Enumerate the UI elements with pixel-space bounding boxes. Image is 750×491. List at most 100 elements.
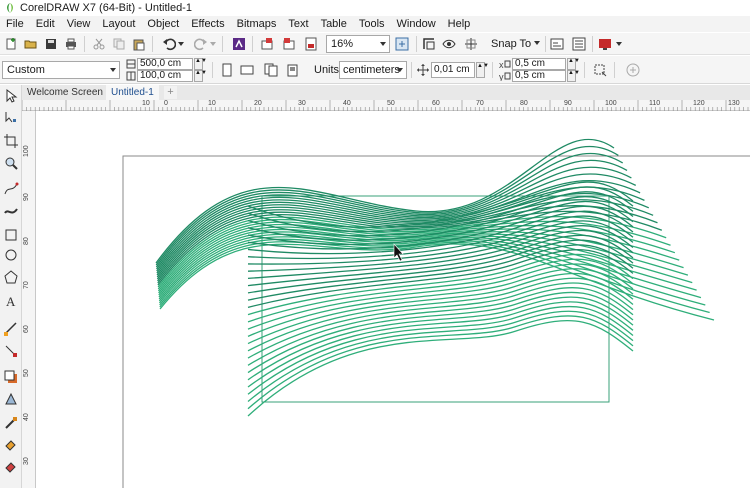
page-width-field[interactable]: 500,0 cm [137,58,193,70]
page-preset-select[interactable]: Custom [2,61,120,79]
application-launcher-icon[interactable] [570,35,588,53]
open-folder-icon[interactable] [22,35,40,53]
cut-icon[interactable] [90,35,108,53]
new-document-icon[interactable] [2,35,20,53]
menu-layout[interactable]: Layout [96,16,141,32]
duplicate-x-stepper[interactable]: ▲▼ [567,58,580,70]
snap-to-dropdown[interactable]: Snap To [487,35,543,53]
horizontal-ruler[interactable]: 10 0 10 20 30 40 50 60 70 80 90 100 110 … [22,100,750,111]
tab-welcome-screen[interactable]: Welcome Screen [22,85,108,100]
options-icon[interactable] [548,35,566,53]
ruler-label: 50 [387,100,395,107]
vertical-ruler[interactable]: 100 90 80 70 60 50 40 30 [22,111,36,488]
menu-object[interactable]: Object [141,16,185,32]
import-icon[interactable] [258,35,276,53]
chevron-down-icon[interactable] [614,35,624,53]
paste-icon[interactable] [130,35,148,53]
eyedropper-tool-icon[interactable] [3,415,19,431]
menu-bar: File Edit View Layout Object Effects Bit… [0,16,750,32]
nudge-distance-stepper[interactable]: ▲▼ [476,62,489,78]
drop-shadow-tool-icon[interactable] [3,369,19,385]
welcome-screen-icon[interactable] [596,35,614,53]
zoom-tool-icon[interactable] [3,155,19,171]
shape-tool-icon[interactable] [3,109,19,125]
horizontal-ruler-ticks [22,100,749,111]
ruler-label: 90 [564,100,572,107]
chevron-down-icon[interactable] [208,35,218,53]
polygon-tool-icon[interactable] [3,269,19,285]
nudge-distance-value: 0,01 cm [434,64,470,75]
zoom-level-select[interactable]: 16% [326,35,390,53]
menu-help[interactable]: Help [442,16,477,32]
duplicate-x-value: 0,5 cm [515,58,546,69]
ruler-label: 40 [343,100,351,107]
document-tab-bar: Welcome Screen Untitled-1 + [22,85,750,100]
duplicate-y-icon: y [499,72,511,81]
duplicate-y-field[interactable]: 0,5 cm [512,70,566,82]
svg-text:A: A [6,294,16,309]
menu-bitmaps[interactable]: Bitmaps [231,16,283,32]
show-grid-icon[interactable] [462,35,480,53]
ruler-label: 80 [23,237,30,245]
smart-fill-tool-icon[interactable] [3,459,19,475]
drawing-canvas[interactable] [36,111,750,491]
pick-tool-icon[interactable] [3,88,19,104]
chevron-down-icon[interactable] [176,35,186,53]
menu-text[interactable]: Text [282,16,314,32]
menu-edit[interactable]: Edit [30,16,61,32]
crop-tool-icon[interactable] [3,133,19,149]
ruler-label: 110 [649,100,661,107]
save-icon[interactable] [42,35,60,53]
page-height-stepper[interactable]: ▲▼ [194,70,207,82]
menu-effects[interactable]: Effects [185,16,230,32]
chevron-down-icon [110,68,116,72]
menu-view[interactable]: View [61,16,97,32]
treat-as-filled-icon[interactable] [591,61,609,79]
page-height-icon [126,71,136,81]
current-page-icon[interactable] [284,61,302,79]
toolbar-separator [545,36,546,52]
page-width-value: 500,0 cm [140,58,182,69]
menu-tools[interactable]: Tools [353,16,391,32]
add-icon[interactable] [624,61,642,79]
drawing-area[interactable] [36,111,750,491]
show-rulers-icon[interactable] [440,35,458,53]
copy-icon[interactable] [110,35,128,53]
connector-tool-icon[interactable] [3,343,19,359]
full-screen-preview-icon[interactable] [420,35,438,53]
print-icon[interactable] [62,35,80,53]
svg-text:x: x [499,60,504,69]
tab-untitled-1[interactable]: Untitled-1 [106,85,159,100]
interactive-fill-tool-icon[interactable] [3,437,19,453]
parallel-dimension-tool-icon[interactable] [3,321,19,337]
portrait-icon[interactable] [218,61,236,79]
menu-table[interactable]: Table [315,16,353,32]
nudge-distance-field[interactable]: 0,01 cm [431,62,475,78]
export-icon[interactable] [280,35,298,53]
all-pages-icon[interactable] [262,61,280,79]
search-content-icon[interactable] [230,35,248,53]
title-bar: CorelDRAW X7 (64-Bit) - Untitled-1 [0,0,750,16]
menu-file[interactable]: File [0,16,30,32]
ellipse-tool-icon[interactable] [3,247,19,263]
zoom-fit-icon[interactable] [393,35,411,53]
transparency-tool-icon[interactable] [3,391,19,407]
add-tab-icon[interactable]: + [164,86,177,99]
ruler-label: 50 [23,369,30,377]
ruler-label: 100 [605,100,617,107]
rectangle-tool-icon[interactable] [3,227,19,243]
duplicate-x-field[interactable]: 0,5 cm [512,58,566,70]
units-select[interactable]: centimeters [339,61,407,79]
menu-window[interactable]: Window [391,16,442,32]
page-height-field[interactable]: 100,0 cm [137,70,193,82]
svg-text:y: y [499,72,504,81]
publish-pdf-icon[interactable] [302,35,320,53]
text-tool-icon[interactable]: A [3,293,19,309]
ruler-label: 90 [23,193,30,201]
toolbar-separator [252,36,253,52]
duplicate-y-stepper[interactable]: ▲▼ [567,70,580,82]
page-width-stepper[interactable]: ▲▼ [194,58,207,70]
artistic-media-tool-icon[interactable] [3,203,19,219]
freehand-tool-icon[interactable] [3,181,19,197]
landscape-icon[interactable] [238,61,256,79]
